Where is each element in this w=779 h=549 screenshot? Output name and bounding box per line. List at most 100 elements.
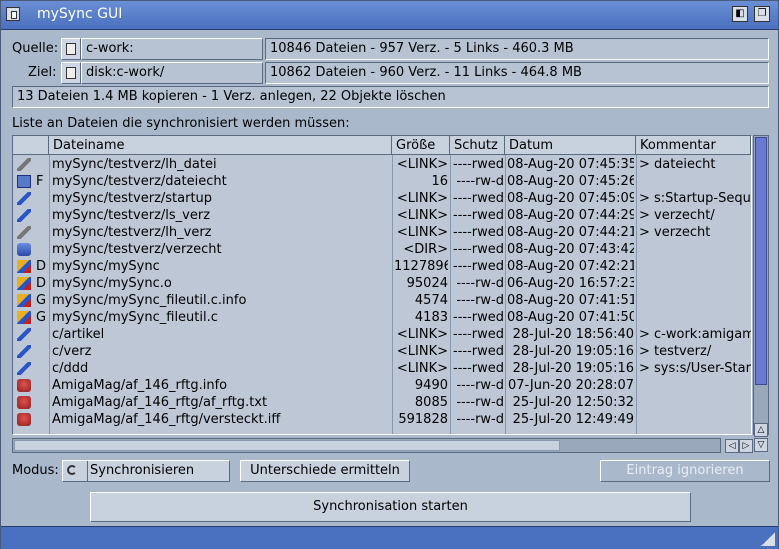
- pencil-icon: [17, 192, 31, 205]
- row-flag: [36, 394, 48, 411]
- list-row[interactable]: DmySync/mySync.o 95024 ----rw-d 06-Aug-20 1…: [13, 275, 751, 292]
- list-row[interactable]: mySync/testverz/lh_verz <LINK> ----rwed 08-…: [13, 224, 751, 241]
- zoom-window-icon[interactable]: ◧: [732, 6, 748, 22]
- list-row[interactable]: GmySync/mySync_fileutil.c.info 4574 ----rw…: [13, 292, 751, 309]
- row-size: <LINK>: [396, 208, 448, 223]
- row-date: 28-Jul-20 19:05:16: [512, 344, 634, 359]
- row-name: c/artikel: [52, 327, 105, 342]
- row-size: 8085: [414, 395, 448, 410]
- tool-icon: [17, 294, 31, 307]
- row-date: 25-Jul-20 12:50:32: [512, 395, 634, 410]
- source-file-requester-button[interactable]: [61, 38, 81, 60]
- scroll-right-icon[interactable]: ▷: [739, 439, 753, 453]
- row-name: mySync/mySync.o: [52, 276, 172, 291]
- row-name: AmigaMag/af_146_rftg/af_rftg.txt: [52, 395, 268, 410]
- target-path-field[interactable]: disk:c-work/: [81, 62, 263, 84]
- row-size: 95024: [406, 276, 448, 291]
- target-summary: 10862 Dateien - 960 Verz. - 11 Links - 4…: [265, 62, 769, 84]
- list-row[interactable]: AmigaMag/af_146_rftg/af_rftg.txt 8085 ----…: [13, 394, 751, 411]
- list-row[interactable]: c/verz <LINK> ----rwed 28-Jul-20 19:05:16 > …: [13, 343, 751, 360]
- row-size: 16: [431, 174, 448, 189]
- row-date: 08-Aug-20 07:45:09: [507, 191, 634, 206]
- row-protection: ----rwed: [453, 310, 504, 325]
- vertical-scrollbar[interactable]: [753, 135, 769, 435]
- column-header-comment[interactable]: Kommentar: [636, 136, 751, 155]
- list-row[interactable]: mySync/testverz/verzecht <DIR> ----rwed 08-…: [13, 241, 751, 258]
- list-row[interactable]: GmySync/mySync_fileutil.c 4183 ----rwed 08-…: [13, 309, 751, 326]
- sync-status: 13 Dateien 1.4 MB kopieren - 1 Verz. anl…: [12, 86, 769, 108]
- row-comment: [639, 292, 751, 309]
- pencil-icon: [17, 345, 31, 358]
- row-comment: > c-work:amigam: [639, 327, 751, 342]
- horizontal-scroll-thumb[interactable]: [14, 440, 560, 451]
- row-protection: ----rwed: [453, 191, 504, 206]
- row-protection: ----rw-d: [456, 293, 504, 308]
- scroll-up-icon[interactable]: △: [754, 423, 768, 437]
- target-file-requester-button[interactable]: [61, 62, 81, 84]
- column-header-protection[interactable]: Schutz: [450, 136, 505, 155]
- list-row[interactable]: mySync/testverz/startup <LINK> ----rwed 08-…: [13, 190, 751, 207]
- horizontal-scrollbar[interactable]: [12, 438, 721, 453]
- target-label: Ziel:: [28, 65, 57, 80]
- resize-handle-icon[interactable]: [761, 532, 775, 546]
- column-header-date[interactable]: Datum: [505, 136, 636, 155]
- row-name: mySync/testverz/lh_verz: [52, 225, 212, 240]
- magazine-icon: [17, 396, 31, 409]
- list-caption: Liste an Dateien die synchronisiert werd…: [12, 116, 350, 131]
- row-date: 25-Jul-20 12:49:49: [512, 412, 634, 427]
- row-comment: [639, 241, 751, 258]
- row-size: 9490: [414, 378, 448, 393]
- column-header-icon[interactable]: [13, 136, 49, 155]
- row-name: mySync/testverz/startup: [52, 191, 213, 206]
- column-header-size[interactable]: Größe: [392, 136, 450, 155]
- row-date: 28-Jul-20 18:56:40: [512, 327, 634, 342]
- file-list[interactable]: Dateiname Größe Schutz Datum Kommentar m…: [12, 135, 752, 435]
- row-flag: F: [36, 174, 44, 189]
- row-protection: ----rw-d: [456, 395, 504, 410]
- main-window: mySync GUI ◧ ❐ Quelle: c-work: 10846 Dat…: [0, 0, 779, 549]
- row-flag: D: [36, 276, 47, 291]
- row-flag: [36, 207, 48, 224]
- row-name: mySync/mySync_fileutil.c.info: [52, 293, 247, 308]
- start-sync-button[interactable]: Synchronisation starten: [90, 492, 691, 522]
- column-header-name[interactable]: Dateiname: [49, 136, 392, 155]
- tool-icon: [17, 311, 31, 324]
- window-content: Quelle: c-work: 10846 Dateien - 957 Verz…: [1, 30, 778, 522]
- list-row[interactable]: c/ddd <LINK> ----rwed 28-Jul-20 19:05:16 > s…: [13, 360, 751, 377]
- list-row[interactable]: c/artikel <LINK> ----rwed 28-Jul-20 18:56:4…: [13, 326, 751, 343]
- source-label: Quelle:: [12, 41, 59, 56]
- row-flag: [36, 241, 48, 258]
- row-name: mySync/testverz/ls_verz: [52, 208, 211, 223]
- row-name: c/ddd: [52, 361, 89, 376]
- row-comment: [639, 258, 751, 275]
- magazine-icon: [17, 413, 31, 426]
- scroll-down-icon[interactable]: ▽: [754, 438, 768, 452]
- row-flag: [36, 190, 48, 207]
- row-comment: [639, 275, 751, 292]
- list-row[interactable]: AmigaMag/af_146_rftg/versteckt.iff 591828…: [13, 411, 751, 428]
- ignore-entry-button[interactable]: Eintrag ignorieren: [600, 460, 770, 482]
- row-protection: ----rwed: [453, 361, 504, 376]
- list-row[interactable]: mySync/testverz/lh_datei <LINK> ----rwed 08…: [13, 156, 751, 173]
- mode-cycle-gadget[interactable]: Synchronisieren: [62, 460, 230, 482]
- list-row[interactable]: DmySync/mySync 1127896 ----rwed 08-Aug-20 0…: [13, 258, 751, 275]
- row-flag: G: [36, 310, 47, 325]
- row-size: 591828: [398, 412, 448, 427]
- list-row[interactable]: FmySync/testverz/dateiecht 16 ----rw-d 08-A…: [13, 173, 751, 190]
- depth-window-icon[interactable]: ❐: [754, 6, 770, 22]
- vertical-scroll-thumb[interactable]: [755, 137, 767, 385]
- list-row[interactable]: AmigaMag/af_146_rftg.info 9490 ----rw-d 07-…: [13, 377, 751, 394]
- window-status-bar: [1, 526, 778, 549]
- row-name: AmigaMag/af_146_rftg/versteckt.iff: [52, 412, 281, 427]
- row-comment: [639, 309, 751, 326]
- row-size: <LINK>: [396, 361, 448, 376]
- find-differences-button[interactable]: Unterschiede ermitteln: [240, 460, 410, 482]
- scroll-left-icon[interactable]: ◁: [725, 439, 739, 453]
- source-path-field[interactable]: c-work:: [81, 38, 263, 60]
- title-bar[interactable]: mySync GUI ◧ ❐: [1, 1, 778, 30]
- close-window-icon[interactable]: [6, 7, 20, 21]
- row-flag: [36, 326, 48, 343]
- row-protection: ----rwed: [453, 208, 504, 223]
- list-row[interactable]: mySync/testverz/ls_verz <LINK> ----rwed 08-…: [13, 207, 751, 224]
- row-flag: [36, 156, 48, 173]
